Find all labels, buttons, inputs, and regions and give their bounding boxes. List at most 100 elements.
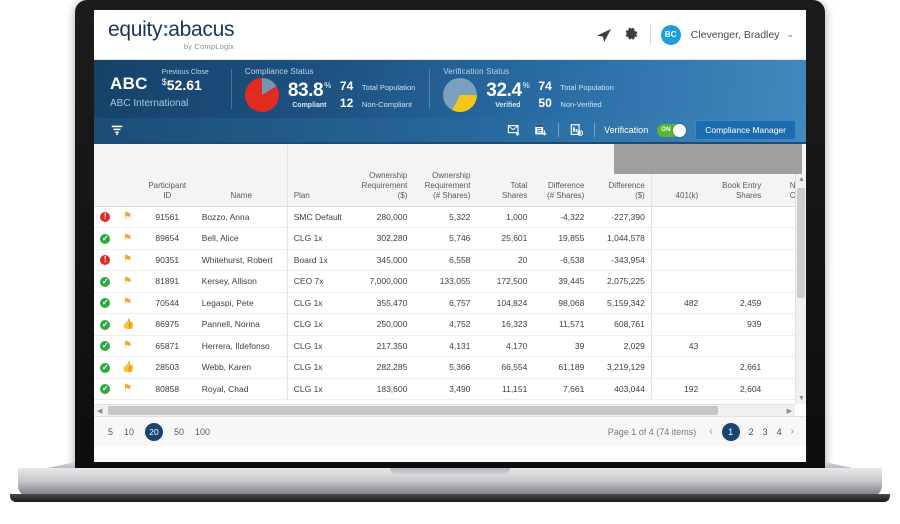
page-size-10[interactable]: 10 bbox=[124, 427, 134, 437]
prev-page-icon[interactable]: ‹ bbox=[709, 426, 712, 437]
gear-icon[interactable] bbox=[623, 26, 640, 43]
vertical-scroll-thumb[interactable] bbox=[797, 188, 805, 298]
filter-funnel-icon[interactable] bbox=[108, 122, 125, 139]
table-row[interactable]: ✓ ⚑ 70544 Legaspi, Pete CLG 1x 355,470 6,757 10… bbox=[94, 292, 806, 314]
logo-text-part1: equity bbox=[108, 17, 163, 41]
toolbar-right-group: Verification ON Compliance Manager bbox=[506, 120, 796, 140]
col-total-shares[interactable]: Total Shares bbox=[476, 144, 534, 207]
mail-add-icon[interactable] bbox=[506, 122, 523, 139]
page-size-50[interactable]: 50 bbox=[174, 427, 184, 437]
compliance-title: Compliance Status bbox=[244, 66, 314, 76]
page-number-list: 1234 bbox=[721, 422, 782, 441]
app-logo[interactable]: equity:abacus by CompLogix bbox=[108, 19, 234, 51]
verification-title: Verification Status bbox=[443, 66, 510, 76]
cell-total-shares: 66,554 bbox=[476, 356, 534, 379]
status-alert-icon[interactable]: ! bbox=[94, 206, 117, 228]
cell-k401 bbox=[650, 270, 705, 293]
page-number-3[interactable]: 3 bbox=[763, 427, 768, 437]
page-size-100[interactable]: 100 bbox=[195, 427, 210, 437]
flag-icon[interactable]: ⚑ bbox=[116, 335, 139, 357]
status-ok-icon[interactable]: ✓ bbox=[94, 227, 117, 250]
status-ok-icon[interactable]: ✓ bbox=[94, 292, 117, 314]
col-difference-shares[interactable]: Difference (# Shares) bbox=[533, 144, 591, 207]
grid-vertical-scrollbar[interactable]: ▲ ▼ bbox=[795, 174, 806, 404]
table-row[interactable]: ! ⚑ 90351 Whitehurst, Robert Board 1x 345,000… bbox=[94, 249, 806, 271]
cell-own-req-dollars: 7,000,000 bbox=[350, 270, 414, 293]
scroll-right-icon[interactable]: ▶ bbox=[787, 407, 792, 415]
compliance-status-panel: Compliance Status 83.8% Compliant 74 Tot… bbox=[230, 60, 429, 118]
cell-name: Legaspi, Pete bbox=[195, 292, 288, 314]
flag-icon[interactable]: ⚑ bbox=[116, 227, 139, 250]
column-group-band bbox=[614, 144, 802, 174]
verification-toggle[interactable]: ON bbox=[657, 123, 687, 137]
cell-book-entry: 2,459 bbox=[704, 292, 768, 314]
col-plan[interactable]: Plan bbox=[286, 144, 351, 207]
table-row[interactable]: ✓ 👍 86975 Pannell, Norina CLG 1x 250,000 4,752… bbox=[94, 313, 806, 336]
table-row[interactable]: ! ⚑ 91561 Bozzo, Anna SMC Default 280,000 5,32… bbox=[94, 206, 806, 228]
cell-book-entry bbox=[704, 270, 768, 293]
col-label-line: (# Shares) bbox=[433, 190, 471, 200]
col-ownership-requirement-dollars[interactable]: Ownership Requirement ($) bbox=[350, 144, 414, 207]
col-participant-id[interactable]: Participant ID bbox=[138, 144, 196, 207]
flag-icon[interactable]: ⚑ bbox=[116, 378, 139, 400]
compliance-kv-list: 74 Total Population 12 Non-Compliant bbox=[340, 79, 415, 110]
status-ok-icon[interactable]: ✓ bbox=[94, 356, 117, 379]
cell-plan: CLG 1x bbox=[286, 292, 351, 314]
thumbs-up-icon[interactable]: 👍 bbox=[116, 313, 139, 336]
cell-k401 bbox=[650, 313, 705, 336]
col-label-line: Shares bbox=[735, 190, 762, 200]
chevron-down-icon[interactable]: ⌄ bbox=[786, 29, 794, 40]
verification-percent-number: 32.4 bbox=[486, 79, 522, 101]
cell-own-req-dollars: 217,350 bbox=[350, 335, 414, 357]
col-label-line: 401(k) bbox=[675, 190, 699, 200]
grid-footer: 5 10 20 50 100 Page 1 of 4 (74 items) ‹ 1234… bbox=[94, 416, 806, 446]
col-name[interactable]: Name bbox=[195, 144, 288, 207]
next-page-icon[interactable]: › bbox=[791, 426, 794, 437]
table-row[interactable]: ✓ ⚑ 65871 Herrera, Ildefonso CLG 1x 217,350 4,… bbox=[94, 335, 806, 357]
scroll-up-icon[interactable]: ▲ bbox=[798, 176, 805, 183]
col-ownership-requirement-shares[interactable]: Ownership Requirement (# Shares) bbox=[413, 144, 477, 207]
status-ok-icon[interactable]: ✓ bbox=[94, 378, 117, 400]
col-label-line: Shares bbox=[502, 190, 528, 200]
cell-own-req-shares: 4,752 bbox=[413, 313, 477, 336]
laptop-screen: equity:abacus by CompLogix BC Clevenger,… bbox=[94, 10, 806, 462]
cell-diff-dollars: -227,390 bbox=[590, 206, 652, 228]
scroll-down-icon[interactable]: ▼ bbox=[798, 395, 805, 402]
previous-close-number: 52.61 bbox=[166, 77, 202, 94]
excel-export-icon[interactable] bbox=[532, 122, 549, 139]
cell-diff-dollars: 403,044 bbox=[590, 378, 652, 400]
user-name[interactable]: Clevenger, Bradley bbox=[691, 29, 780, 41]
horizontal-scroll-thumb[interactable] bbox=[108, 406, 718, 415]
flag-icon[interactable]: ⚑ bbox=[116, 292, 139, 314]
thumbs-up-icon[interactable]: 👍 bbox=[116, 356, 139, 379]
page-size-5[interactable]: 5 bbox=[108, 427, 113, 437]
table-row[interactable]: ✓ 👍 28503 Webb, Karen CLG 1x 282,285 5,366 66,5… bbox=[94, 356, 806, 379]
page-number-2[interactable]: 2 bbox=[749, 427, 754, 437]
flag-icon[interactable]: ⚑ bbox=[116, 270, 139, 293]
page-number-4[interactable]: 4 bbox=[777, 427, 782, 437]
flag-icon[interactable]: ⚑ bbox=[116, 206, 139, 228]
compliance-manager-button[interactable]: Compliance Manager bbox=[695, 120, 796, 140]
cell-total-shares: 4,170 bbox=[476, 335, 534, 357]
cell-k401 bbox=[650, 206, 705, 228]
status-ok-icon[interactable]: ✓ bbox=[94, 335, 117, 357]
table-row[interactable]: ✓ ⚑ 81891 Kersey, Allison CEO 7x 7,000,000 133… bbox=[94, 270, 806, 293]
table-row[interactable]: ✓ ⚑ 89654 Bell, Alice CLG 1x 302,280 5,746 25,6… bbox=[94, 227, 806, 250]
status-ok-icon[interactable]: ✓ bbox=[94, 313, 117, 336]
report-settings-icon[interactable] bbox=[568, 122, 585, 139]
cell-own-req-shares: 6,757 bbox=[413, 292, 477, 314]
status-ok-icon[interactable]: ✓ bbox=[94, 270, 117, 293]
page-number-1[interactable]: 1 bbox=[721, 422, 740, 441]
flag-icon[interactable]: ⚑ bbox=[116, 249, 139, 271]
grid-horizontal-scrollbar[interactable]: ◀ ▶ bbox=[94, 404, 795, 416]
avatar[interactable]: BC bbox=[660, 24, 681, 45]
table-row[interactable]: ✓ ⚑ 80858 Royal, Chad CLG 1x 183,600 3,490 11,1… bbox=[94, 378, 806, 400]
scroll-left-icon[interactable]: ◀ bbox=[97, 407, 102, 415]
page-size-20[interactable]: 20 bbox=[145, 422, 164, 441]
paper-plane-icon[interactable] bbox=[596, 26, 613, 43]
col-flag[interactable] bbox=[116, 144, 139, 207]
cell-id: 91561 bbox=[138, 206, 196, 228]
cell-book-entry: 2,604 bbox=[704, 378, 768, 400]
col-status[interactable] bbox=[94, 144, 117, 207]
status-alert-icon[interactable]: ! bbox=[94, 249, 117, 271]
